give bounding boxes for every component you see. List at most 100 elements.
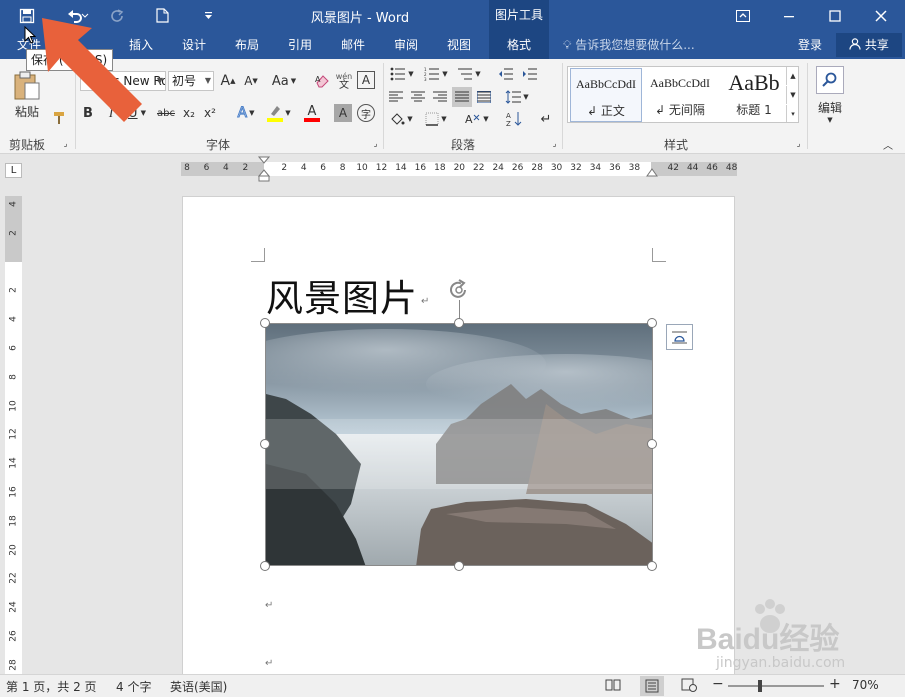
maximize-button[interactable] <box>812 0 858 31</box>
resize-handle-top-right[interactable] <box>647 318 657 328</box>
multilevel-list-button[interactable]: ▼ <box>454 64 484 84</box>
word-count[interactable]: 4 个字 <box>116 678 151 695</box>
strikethrough-button[interactable]: abc <box>155 103 177 123</box>
tab-selector[interactable]: L <box>5 163 22 178</box>
font-launcher[interactable]: ⌟ <box>371 139 380 148</box>
numbering-button[interactable]: 1 2 3 ▼ <box>421 64 451 84</box>
document-heading[interactable]: 风景图片 <box>266 268 418 322</box>
vertical-ruler-tick: 16 <box>8 486 19 498</box>
clipboard-launcher[interactable]: ⌟ <box>61 139 70 148</box>
show-marks-button[interactable]: ↵ <box>536 109 556 129</box>
zoom-slider[interactable] <box>728 680 824 692</box>
resize-handle-bottom-center[interactable] <box>454 561 464 571</box>
tab-review[interactable]: 审阅 <box>387 31 425 59</box>
enclose-characters-button[interactable]: 字 <box>357 104 375 122</box>
font-color-button[interactable]: A <box>298 102 326 124</box>
change-case-button[interactable]: Aa ▼ <box>269 71 299 91</box>
text-effects-button[interactable]: A ▼ <box>232 103 260 123</box>
resize-handle-top-center[interactable] <box>454 318 464 328</box>
lightbulb-icon: 💡︎ <box>563 38 572 52</box>
ribbon-display-button[interactable] <box>720 0 766 31</box>
rotate-handle[interactable] <box>447 278 471 302</box>
tab-view[interactable]: 视图 <box>440 31 478 59</box>
tab-layout[interactable]: 布局 <box>228 31 266 59</box>
ruler-tick: 38 <box>628 163 641 173</box>
resize-handle-middle-left[interactable] <box>260 439 270 449</box>
bold-button[interactable]: B <box>80 103 96 123</box>
styles-launcher[interactable]: ⌟ <box>794 139 803 148</box>
landscape-image <box>266 324 652 565</box>
align-left-button[interactable] <box>386 87 406 107</box>
clipboard-group-label: 剪贴板 <box>9 138 46 152</box>
font-name-combo[interactable]: Times New Roman (西▼ <box>80 71 166 91</box>
close-button[interactable] <box>858 0 904 31</box>
close-icon <box>875 9 887 22</box>
ruler-tick: 4 <box>300 163 307 173</box>
italic-button[interactable]: I <box>103 103 119 123</box>
bullets-button[interactable]: ▼ <box>388 64 416 84</box>
align-center-button[interactable] <box>408 87 428 107</box>
distributed-button[interactable] <box>474 87 494 107</box>
character-shading-button[interactable]: A <box>334 104 352 122</box>
font-size-combo[interactable]: 初号 ▼ <box>168 71 214 91</box>
character-border-button[interactable]: A <box>357 71 375 89</box>
subscript-button[interactable]: x₂ <box>180 103 198 123</box>
print-layout-button[interactable] <box>640 676 664 696</box>
align-right-button[interactable] <box>430 87 450 107</box>
phonetic-guide-button[interactable]: wén 文 <box>334 70 354 92</box>
language-indicator[interactable]: 英语(美国) <box>170 678 227 695</box>
sort-button[interactable]: AZ <box>504 109 524 129</box>
landscape-picture[interactable] <box>265 323 653 566</box>
shrink-font-button[interactable]: A ▼ <box>242 71 260 91</box>
style-normal[interactable]: AaBbCcDdI ↲ 正文 <box>570 68 642 122</box>
highlight-color-button[interactable]: ▼ <box>264 102 294 124</box>
asian-layout-button[interactable]: A ▼ <box>462 109 492 129</box>
superscript-button[interactable]: x² <box>201 103 219 123</box>
page-indicator[interactable]: 第 1 页，共 2 页 <box>6 678 97 695</box>
resize-handle-middle-right[interactable] <box>647 439 657 449</box>
clear-formatting-button[interactable]: A <box>312 71 332 91</box>
format-painter-button[interactable] <box>50 109 68 127</box>
share-button[interactable]: 共享 <box>836 33 902 57</box>
paragraph-mark: ↵ <box>421 296 430 307</box>
paste-button[interactable]: 粘贴 <box>10 65 44 125</box>
styles-scroll-up[interactable]: ▲ <box>786 67 799 85</box>
resize-handle-top-left[interactable] <box>260 318 270 328</box>
web-layout-button[interactable] <box>681 678 701 694</box>
shading-button[interactable]: ▼ <box>386 109 416 129</box>
collapse-ribbon-button[interactable]: ︿ <box>880 137 896 152</box>
underline-button[interactable]: U ▼ <box>124 103 150 123</box>
borders-button[interactable]: ▼ <box>421 109 451 129</box>
minimize-button[interactable] <box>766 0 812 31</box>
layout-options-button[interactable] <box>666 324 693 350</box>
tab-design[interactable]: 设计 <box>175 31 213 59</box>
zoom-out-button[interactable]: − <box>712 676 724 692</box>
read-mode-button[interactable] <box>605 678 625 694</box>
zoom-in-button[interactable]: + <box>829 676 841 692</box>
font-group-label: 字体 <box>206 138 231 152</box>
horizontal-ruler[interactable]: 8 6 4 2 2 4 6 8 10 12 14 16 18 20 22 24 26 28 30 32 34 36 38 42… <box>181 156 737 182</box>
style-heading-1[interactable]: AaBb 标题 1 <box>718 68 790 122</box>
tab-references[interactable]: 引用 <box>281 31 319 59</box>
justify-button[interactable] <box>452 87 472 107</box>
tab-format[interactable]: 格式 <box>489 31 549 59</box>
resize-handle-bottom-right[interactable] <box>647 561 657 571</box>
login-button[interactable]: 登录 <box>798 31 822 59</box>
resize-handle-bottom-left[interactable] <box>260 561 270 571</box>
line-spacing-button[interactable]: ▼ <box>502 87 532 107</box>
vertical-ruler[interactable]: 4 2 2 4 6 8 10 12 14 16 18 20 22 24 26 28 <box>5 196 22 674</box>
tell-me-search[interactable]: 💡︎ 告诉我您想要做什么... <box>563 31 695 59</box>
tab-insert[interactable]: 插入 <box>122 31 160 59</box>
grow-font-button[interactable]: A ▲ <box>219 71 237 91</box>
styles-more[interactable]: ▾ <box>786 105 799 122</box>
editing-button[interactable]: 编辑 ▼ <box>813 63 847 127</box>
style-no-spacing[interactable]: AaBbCcDdI ↲ 无间隔 <box>644 68 716 122</box>
styles-scroll-down[interactable]: ▼ <box>786 86 799 104</box>
increase-indent-button[interactable] <box>520 64 540 84</box>
zoom-level[interactable]: 70% <box>852 678 879 692</box>
watermark-brand: Baidu经验 <box>696 623 840 656</box>
decrease-indent-button[interactable] <box>496 64 516 84</box>
zoom-slider-thumb[interactable] <box>758 680 762 692</box>
tab-mailings[interactable]: 邮件 <box>334 31 372 59</box>
paragraph-launcher[interactable]: ⌟ <box>550 139 559 148</box>
